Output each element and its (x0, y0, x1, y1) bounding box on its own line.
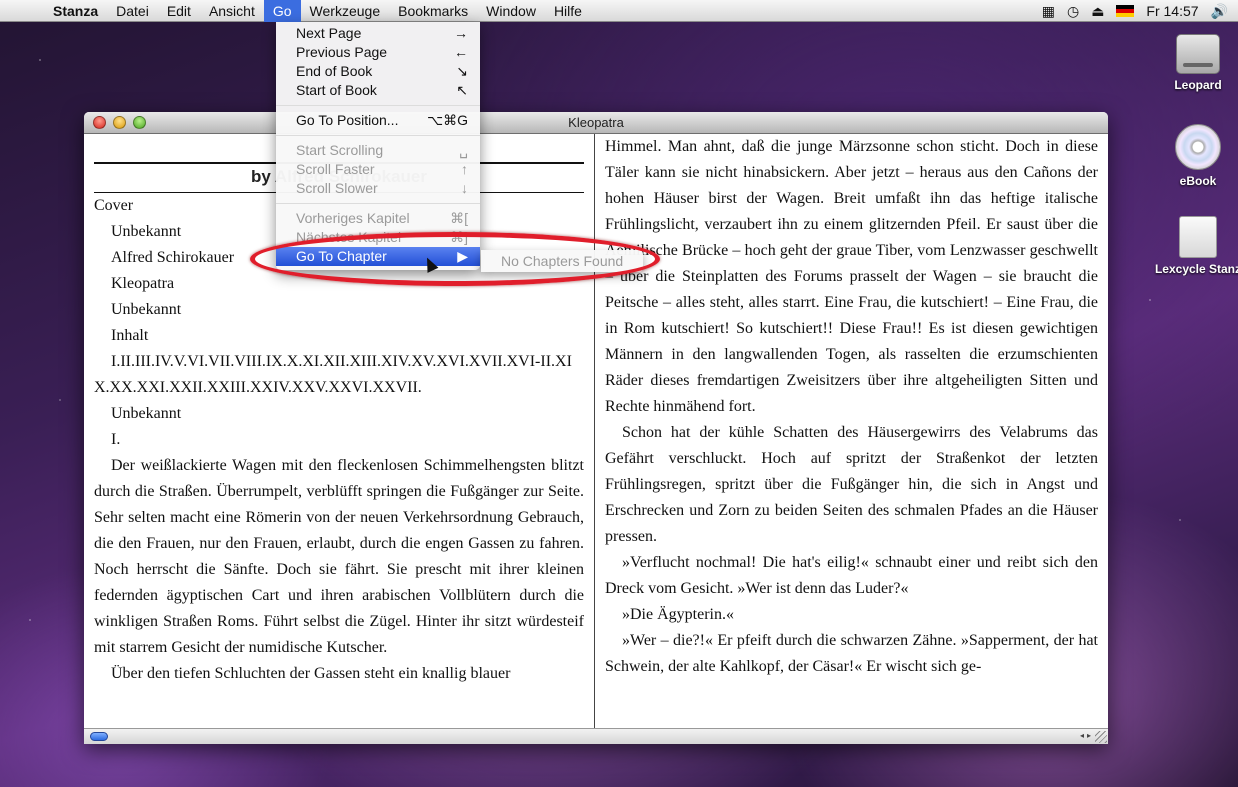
body-paragraph: »Verflucht nochmal! Die hat's eilig!« sc… (605, 554, 1098, 597)
menu-item-label: Go To Position... (296, 112, 399, 128)
toc-item[interactable]: Inhalt (94, 323, 584, 349)
menu-bookmarks[interactable]: Bookmarks (389, 0, 477, 22)
menu-item-label: Vorheriges Kapitel (296, 210, 410, 226)
menu-item-previous-page[interactable]: Previous Page ← (276, 43, 480, 62)
menu-separator (276, 203, 480, 204)
shortcut-left-arrow-icon: ← (454, 44, 468, 60)
volume-icon[interactable]: 🔊 (1211, 3, 1228, 20)
shortcut-down-arrow-icon: ↓ (461, 180, 468, 196)
menu-item-next-page[interactable]: Next Page → (276, 24, 480, 43)
menu-extras: ▦ ◷ ⏏ Fr 14:57 🔊 (1042, 0, 1228, 22)
desktop-icon-lexcycle[interactable]: Lexcycle Stanz (1148, 216, 1238, 276)
menu-item-end-of-book[interactable]: End of Book ↘ (276, 62, 480, 81)
body-paragraph: »Die Ägypterin.« (622, 606, 734, 623)
chapter-submenu: No Chapters Found (481, 250, 643, 272)
menu-item-label: Nächstes Kapitel (296, 229, 402, 245)
body-paragraph: »Wer – die?!« Er pfeift durch die schwar… (605, 632, 1098, 675)
cd-disc-icon (1175, 124, 1221, 170)
desktop-icon-label: eBook (1179, 174, 1217, 188)
body-paragraph: Schon hat der kühle Schatten des Häuserg… (605, 424, 1098, 545)
menu-hilfe[interactable]: Hilfe (545, 0, 591, 22)
external-drive-icon (1179, 216, 1217, 258)
reader-window: Kleopatra by Alfred Schirokauer Cover Un… (84, 112, 1108, 744)
shortcut-up-arrow-icon: ↑ (461, 161, 468, 177)
shortcut-space-icon: ␣ (459, 142, 468, 158)
menu-item-go-to-chapter[interactable]: Go To Chapter ▶ (276, 247, 480, 266)
chapter-list[interactable]: I.II.III.IV.V.VI.VII.VIII.IX.X.XI.XII.XI… (94, 349, 584, 401)
menu-item-label: Start of Book (296, 82, 377, 98)
menu-separator (276, 105, 480, 106)
toc-item[interactable]: Unbekannt (94, 297, 584, 323)
menu-item-previous-chapter[interactable]: Vorheriges Kapitel ⌘[ (276, 209, 480, 228)
menu-item-label: Scroll Slower (296, 180, 378, 196)
menu-item-start-of-book[interactable]: Start of Book ↖ (276, 81, 480, 100)
shortcut-end-icon: ↘ (456, 63, 468, 79)
body-paragraph: Der weißlackierte Wagen mit den fleckenl… (94, 457, 584, 656)
chapter-heading: I. (111, 431, 121, 448)
shortcut-home-icon: ↖ (456, 82, 468, 98)
menu-item-label: End of Book (296, 63, 373, 79)
menu-app-name[interactable]: Stanza (44, 0, 107, 22)
right-page[interactable]: Himmel. Man ahnt, daß die junge Märzsonn… (595, 134, 1108, 728)
menu-item-label: Scroll Faster (296, 161, 375, 177)
menu-item-label: Go To Chapter (296, 248, 387, 264)
menu-item-shortcut: ⌘[ (450, 210, 468, 226)
menu-item-go-to-position[interactable]: Go To Position... ⌥⌘G (276, 111, 480, 130)
menu-datei[interactable]: Datei (107, 0, 158, 22)
eject-icon[interactable]: ⏏ (1091, 3, 1104, 20)
hard-drive-icon (1176, 34, 1220, 74)
menu-item-label: Start Scrolling (296, 142, 384, 158)
menu-separator (276, 135, 480, 136)
book-pages: by Alfred Schirokauer Cover Unbekannt Al… (84, 134, 1108, 728)
go-menu-dropdown: Next Page → Previous Page ← End of Book ↘ S… (276, 22, 480, 270)
menu-item-start-scrolling[interactable]: Start Scrolling ␣ (276, 141, 480, 160)
german-flag-icon[interactable] (1116, 5, 1135, 17)
menu-go[interactable]: Go (263, 0, 301, 22)
resize-grip-icon[interactable] (1095, 731, 1107, 743)
menu-edit[interactable]: Edit (158, 0, 200, 22)
scroll-position-knob[interactable] (90, 732, 108, 741)
submenu-arrow-icon: ▶ (457, 248, 468, 264)
desktop-icon-ebook[interactable]: eBook (1148, 124, 1238, 188)
menu-window[interactable]: Window (477, 0, 545, 22)
menu-item-shortcut: ⌥⌘G (426, 112, 468, 128)
menu-item-scroll-slower[interactable]: Scroll Slower ↓ (276, 179, 480, 198)
submenu-item-no-chapters: No Chapters Found (501, 253, 624, 269)
menu-werkzeuge[interactable]: Werkzeuge (301, 0, 390, 22)
window-title: Kleopatra (568, 115, 624, 130)
menu-item-scroll-faster[interactable]: Scroll Faster ↑ (276, 160, 480, 179)
spaces-icon[interactable]: ▦ (1042, 3, 1055, 20)
time-machine-icon[interactable]: ◷ (1067, 3, 1079, 20)
scroll-arrows-icon[interactable]: ◂▸ (1080, 731, 1094, 740)
desktop-icon-label: Lexcycle Stanz (1154, 262, 1238, 276)
menu-item-shortcut: ⌘] (450, 229, 468, 245)
menu-item-next-chapter[interactable]: Nächstes Kapitel ⌘] (276, 228, 480, 247)
menu-bar: Stanza Datei Edit Ansicht Go Werkzeuge B… (0, 0, 1238, 22)
window-bottom-bar: ◂▸ (84, 728, 1108, 744)
menu-item-label: Next Page (296, 25, 362, 41)
menu-ansicht[interactable]: Ansicht (200, 0, 264, 22)
toc-item: Unbekannt (111, 405, 182, 422)
desktop-icon-label: Leopard (1174, 78, 1222, 92)
shortcut-right-arrow-icon: → (454, 25, 468, 41)
toc-item[interactable]: Kleopatra (94, 271, 584, 297)
menu-clock[interactable]: Fr 14:57 (1146, 3, 1198, 19)
desktop-icon-leopard[interactable]: Leopard (1148, 34, 1238, 92)
window-titlebar[interactable]: Kleopatra (84, 112, 1108, 134)
body-paragraph: Himmel. Man ahnt, daß die junge Märzsonn… (605, 138, 1098, 415)
menu-item-label: Previous Page (296, 44, 388, 60)
body-paragraph: Über den tiefen Schluchten der Gassen st… (111, 665, 511, 682)
